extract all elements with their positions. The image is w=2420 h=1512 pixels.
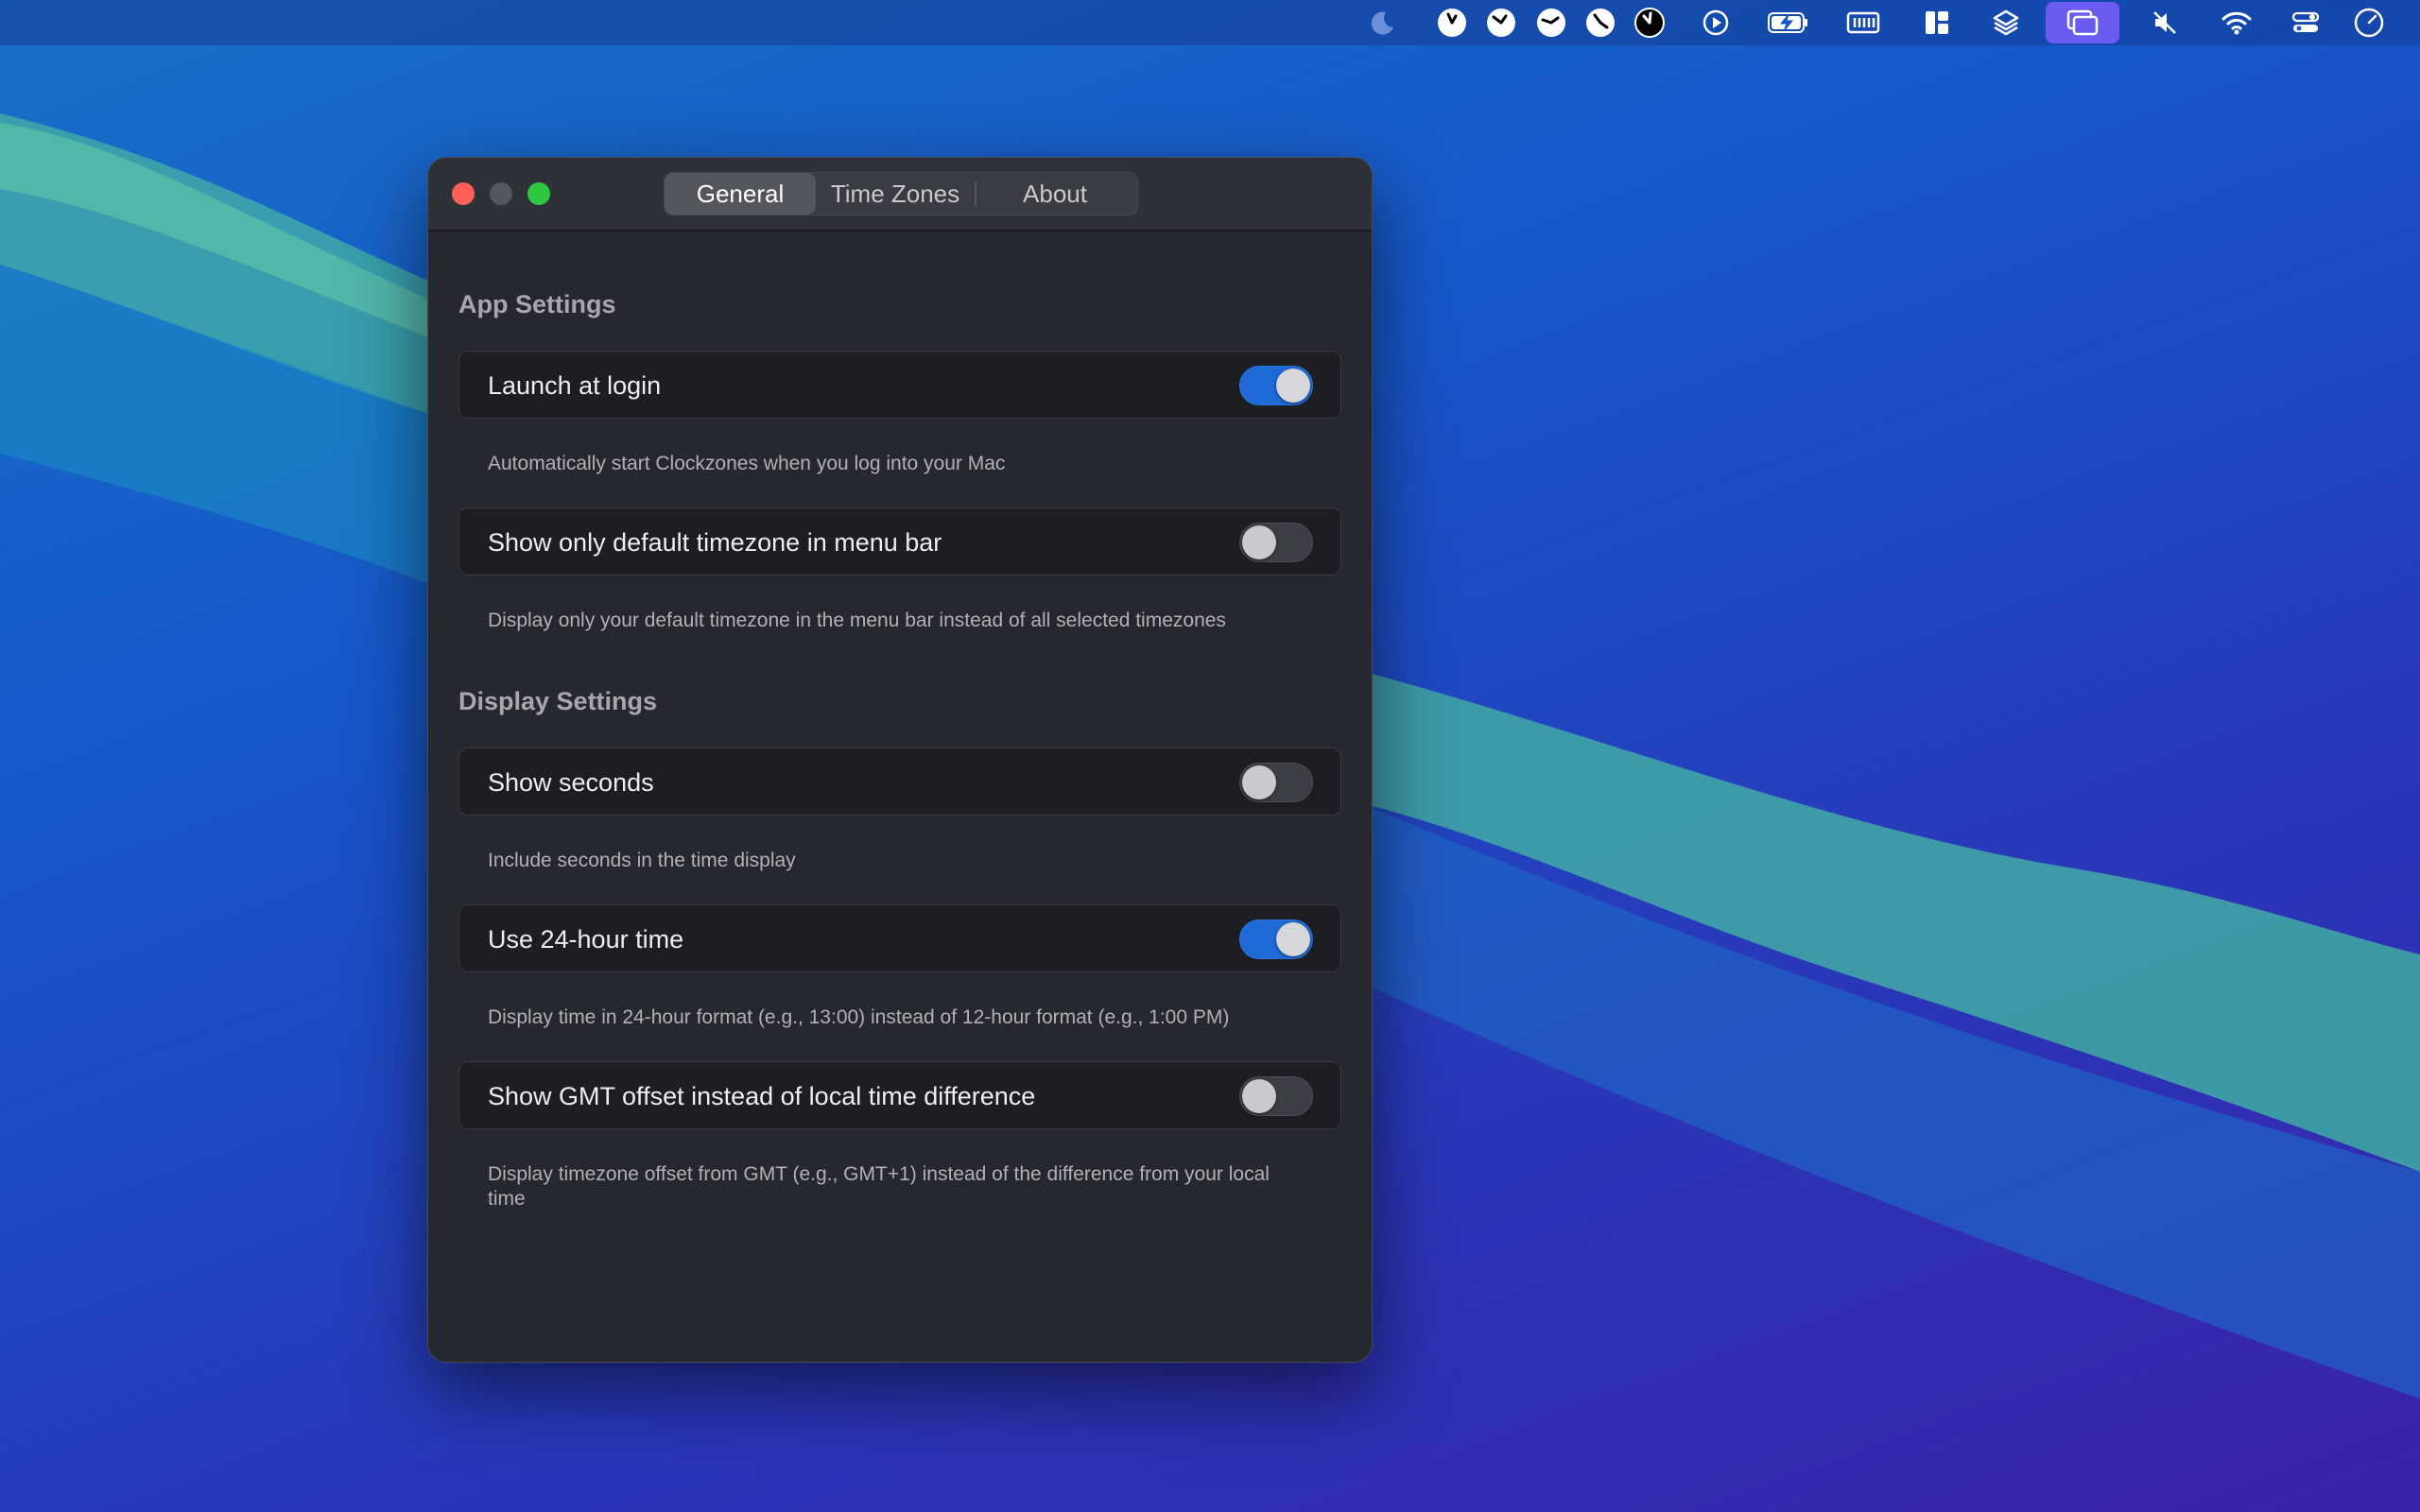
layers-icon[interactable] [1989, 6, 2023, 40]
battery-charging-icon[interactable] [1768, 6, 1809, 40]
setting-label: Show GMT offset instead of local time di… [488, 1082, 1036, 1110]
control-center-icon[interactable] [2289, 6, 2323, 40]
setting-row-gmt-offset: Show GMT offset instead of local time di… [458, 1061, 1341, 1129]
setting-row-launch-at-login: Launch at login [458, 351, 1341, 419]
setting-label: Launch at login [488, 371, 662, 400]
default-timezone-only-toggle[interactable] [1239, 523, 1313, 562]
setting-description: Display timezone offset from GMT (e.g., … [488, 1163, 1270, 1210]
setting-description: Display only your default timezone in th… [488, 610, 1226, 631]
clock-icon[interactable] [1534, 6, 1568, 40]
setting-label: Use 24-hour time [488, 925, 684, 954]
toggle-knob [1242, 525, 1276, 559]
tab-general[interactable]: General [665, 173, 816, 215]
setting-label: Show seconds [488, 768, 654, 797]
24-hour-time-toggle[interactable] [1239, 919, 1313, 959]
play-circle-icon[interactable] [1699, 6, 1733, 40]
setting-description: Display time in 24-hour format (e.g., 13… [488, 1006, 1230, 1028]
launch-at-login-toggle[interactable] [1239, 366, 1313, 405]
clock-icon[interactable] [1633, 6, 1667, 40]
setting-row-default-timezone-only: Show only default timezone in menu bar [458, 507, 1341, 576]
show-seconds-toggle[interactable] [1239, 763, 1313, 802]
title-bar: General Time Zones About [428, 158, 1372, 232]
setting-description: Include seconds in the time display [488, 850, 796, 871]
screens-icon[interactable] [2066, 6, 2100, 40]
section-title-app-settings: App Settings [458, 290, 616, 318]
toggle-knob [1276, 922, 1310, 956]
layout-icon[interactable] [1920, 6, 1954, 40]
close-button[interactable] [452, 182, 475, 205]
clock-icon[interactable] [1435, 6, 1469, 40]
clock-icon[interactable] [1484, 6, 1518, 40]
mute-icon[interactable] [2148, 6, 2182, 40]
moon-icon[interactable] [1365, 6, 1399, 40]
tab-about[interactable]: About [977, 173, 1133, 215]
setting-row-show-seconds: Show seconds [458, 747, 1341, 816]
toggle-knob [1242, 765, 1276, 799]
zoom-button[interactable] [527, 182, 550, 205]
setting-label: Show only default timezone in menu bar [488, 528, 942, 557]
keyboard-icon[interactable] [1846, 6, 1880, 40]
gmt-offset-toggle[interactable] [1239, 1076, 1313, 1116]
clock-icon[interactable] [1583, 6, 1617, 40]
minimize-button[interactable] [490, 182, 512, 205]
settings-window: General Time Zones About App Settings La… [427, 157, 1373, 1363]
setting-description: Automatically start Clockzones when you … [488, 453, 1006, 474]
toggle-knob [1242, 1079, 1276, 1113]
tab-segmented-control: General Time Zones About [664, 172, 1138, 215]
menu-bar [0, 0, 2420, 45]
toggle-knob [1276, 369, 1310, 403]
section-title-display-settings: Display Settings [458, 687, 658, 715]
setting-row-24-hour-time: Use 24-hour time [458, 904, 1341, 972]
tab-time-zones[interactable]: Time Zones [816, 173, 975, 215]
wifi-icon[interactable] [2220, 6, 2254, 40]
clock-outline-icon[interactable] [2352, 6, 2386, 40]
